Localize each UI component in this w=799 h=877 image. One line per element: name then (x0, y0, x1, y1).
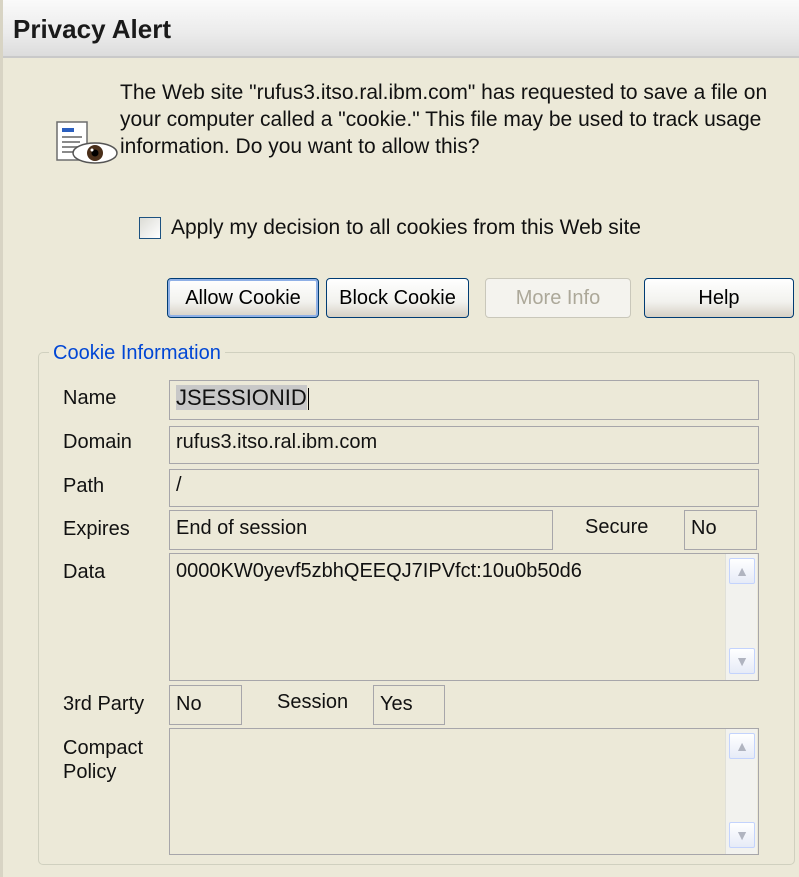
compact-policy-label-line2: Policy (63, 761, 117, 783)
dialog-body: The Web site "rufus3.itso.ral.ibm.com" h… (3, 60, 799, 877)
cookie-document-eye-icon (53, 120, 123, 176)
expires-field[interactable]: End of session (169, 510, 553, 550)
title-bar[interactable]: Privacy Alert (3, 0, 799, 58)
alert-message: The Web site "rufus3.itso.ral.ibm.com" h… (120, 81, 768, 158)
more-info-button: More Info (485, 278, 631, 318)
apply-to-all-checkbox[interactable] (139, 217, 161, 239)
data-scroll-down-icon[interactable]: ▼ (729, 648, 755, 674)
name-label: Name (63, 387, 117, 409)
data-value: 0000KW0yevf5zbhQEEQJ7IPVfct:10u0b50d6 (176, 560, 582, 582)
help-button[interactable]: Help (644, 278, 794, 318)
data-scrollbar[interactable]: ▲ ▼ (725, 554, 757, 680)
name-field[interactable]: JSESSIONID (169, 380, 759, 420)
apply-to-all-label[interactable]: Apply my decision to all cookies from th… (171, 216, 641, 240)
session-value: Yes (380, 693, 413, 715)
session-field[interactable]: Yes (373, 685, 445, 725)
apply-to-all-row[interactable]: Apply my decision to all cookies from th… (139, 216, 641, 240)
compact-policy-label-line1: Compact (63, 737, 144, 759)
name-value: JSESSIONID (176, 385, 307, 410)
domain-value: rufus3.itso.ral.ibm.com (176, 431, 378, 453)
domain-field[interactable]: rufus3.itso.ral.ibm.com (169, 426, 759, 464)
allow-cookie-button[interactable]: Allow Cookie (167, 278, 319, 318)
secure-label: Secure (585, 516, 649, 538)
data-field[interactable]: 0000KW0yevf5zbhQEEQJ7IPVfct:10u0b50d6 (169, 553, 759, 681)
session-label: Session (277, 691, 349, 713)
data-label: Data (63, 561, 106, 583)
expires-label: Expires (63, 518, 130, 540)
block-cookie-button[interactable]: Block Cookie (326, 278, 469, 318)
compact-policy-scroll-up-icon[interactable]: ▲ (729, 733, 755, 759)
data-scroll-up-icon[interactable]: ▲ (729, 558, 755, 584)
text-caret (307, 388, 309, 411)
compact-policy-scrollbar[interactable]: ▲ ▼ (725, 729, 757, 854)
privacy-alert-window: Privacy Alert The Web site "rufus3.itso.… (0, 0, 799, 877)
path-label: Path (63, 475, 105, 497)
compact-policy-field[interactable] (169, 728, 759, 855)
path-value: / (176, 474, 182, 496)
third-party-field[interactable]: No (169, 685, 242, 725)
expires-value: End of session (176, 517, 308, 539)
domain-label: Domain (63, 431, 132, 453)
secure-value: No (691, 517, 717, 539)
compact-policy-scroll-down-icon[interactable]: ▼ (729, 822, 755, 848)
cookie-information-legend: Cookie Information (49, 342, 225, 365)
window-title: Privacy Alert (13, 14, 172, 44)
third-party-label: 3rd Party (63, 693, 145, 715)
third-party-value: No (176, 693, 202, 715)
secure-field[interactable]: No (684, 510, 757, 550)
path-field[interactable]: / (169, 469, 759, 507)
